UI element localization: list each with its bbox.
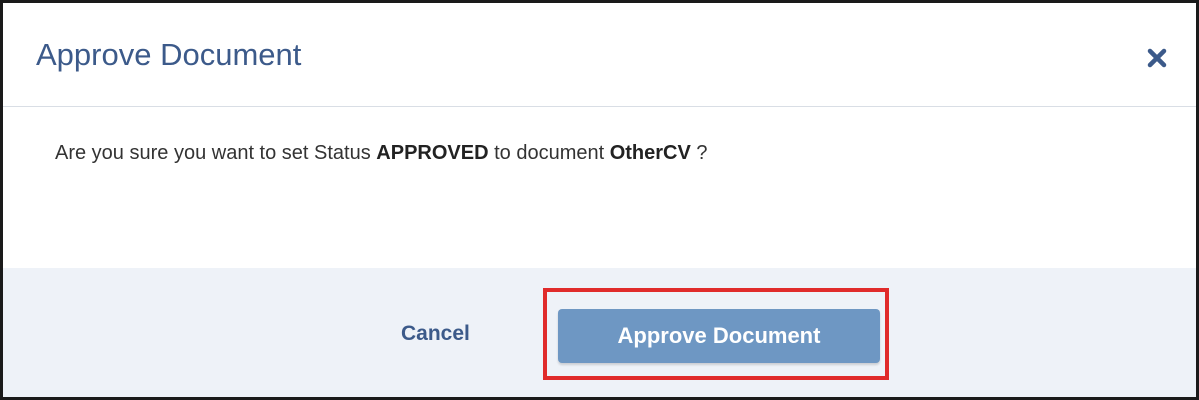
approve-document-dialog: Approve Document Are you sure you want t… <box>0 0 1199 400</box>
cancel-button[interactable]: Cancel <box>401 319 470 349</box>
confirmation-message: Are you sure you want to set Status APPR… <box>55 139 708 167</box>
dialog-body: Are you sure you want to set Status APPR… <box>3 107 1196 268</box>
message-middle: to document <box>488 142 610 164</box>
message-suffix: ? <box>690 142 708 164</box>
message-prefix: Are you sure you want to set Status <box>55 142 377 164</box>
dialog-header: Approve Document <box>3 3 1196 107</box>
status-value: APPROVED <box>376 142 489 164</box>
approve-document-button[interactable]: Approve Document <box>558 309 880 363</box>
highlight-annotation: Approve Document <box>543 288 889 380</box>
dialog-title: Approve Document <box>36 37 302 72</box>
close-icon <box>1146 47 1168 69</box>
close-button[interactable] <box>1146 47 1168 69</box>
dialog-footer: Cancel Approve Document <box>3 268 1196 397</box>
document-name: OtherCV <box>609 142 691 164</box>
